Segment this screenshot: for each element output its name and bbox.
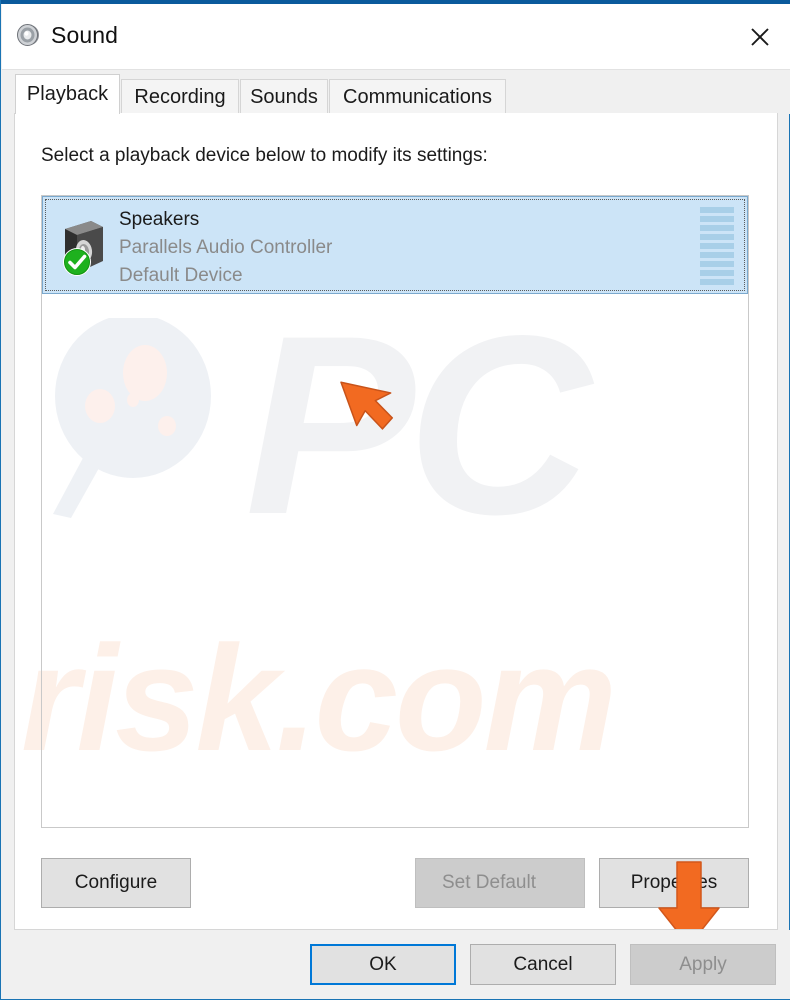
- configure-button[interactable]: Configure: [41, 858, 191, 908]
- status-badge: Default Device: [119, 265, 243, 286]
- cancel-button[interactable]: Cancel: [470, 944, 616, 985]
- close-icon[interactable]: [731, 4, 789, 70]
- volume-meter-segment: [700, 216, 734, 222]
- playback-tab-panel: PC risk.com Select a playback device bel…: [14, 113, 778, 930]
- volume-meter-segment: [700, 225, 734, 231]
- tab-recording-label: Recording: [134, 85, 226, 108]
- tab-communications[interactable]: Communications: [329, 79, 506, 114]
- volume-meter-segment: [700, 270, 734, 276]
- ok-button[interactable]: OK: [310, 944, 456, 985]
- device-description-label: Parallels Audio Controller: [119, 237, 333, 258]
- ok-button-label: OK: [369, 953, 397, 975]
- apply-button: Apply: [630, 944, 776, 985]
- device-name-label: Speakers: [119, 209, 200, 230]
- apply-button-label: Apply: [679, 953, 727, 975]
- volume-meter-segment: [700, 279, 734, 285]
- volume-meter-segment: [700, 261, 734, 267]
- volume-meter-segment: [700, 252, 734, 258]
- configure-button-label: Configure: [74, 872, 158, 893]
- volume-meter-segment: [700, 207, 734, 213]
- tab-playback-label: Playback: [26, 83, 109, 105]
- properties-button[interactable]: Properties: [599, 858, 749, 908]
- volume-meter-segment: [700, 234, 734, 240]
- set-default-button-label: Set Default: [442, 872, 536, 893]
- cancel-button-label: Cancel: [513, 953, 573, 975]
- tab-sounds-label: Sounds: [250, 85, 318, 108]
- instruction-text: Select a playback device below to modify…: [41, 145, 488, 166]
- tab-recording[interactable]: Recording: [121, 79, 239, 114]
- tab-strip: Playback Recording Sounds Communications: [2, 70, 790, 114]
- title-bar: Sound: [2, 4, 790, 70]
- volume-meter-segment: [700, 243, 734, 249]
- properties-button-label: Properties: [630, 872, 718, 893]
- speaker-device-icon: [57, 215, 113, 277]
- list-item[interactable]: Speakers Parallels Audio Controller Defa…: [42, 196, 748, 294]
- sound-dialog-window: Sound Playback Recording Sounds Communic…: [0, 0, 790, 1000]
- set-default-button[interactable]: Set Default: [415, 858, 585, 908]
- playback-device-list[interactable]: Speakers Parallels Audio Controller Defa…: [41, 195, 749, 828]
- tab-sounds[interactable]: Sounds: [240, 79, 328, 114]
- tab-communications-label: Communications: [343, 85, 492, 108]
- page-title: Sound: [51, 22, 119, 48]
- volume-meter: [700, 207, 734, 285]
- dialog-footer: OK Cancel Apply: [2, 930, 790, 999]
- tab-playback[interactable]: Playback: [15, 74, 120, 114]
- speaker-icon: [15, 21, 43, 49]
